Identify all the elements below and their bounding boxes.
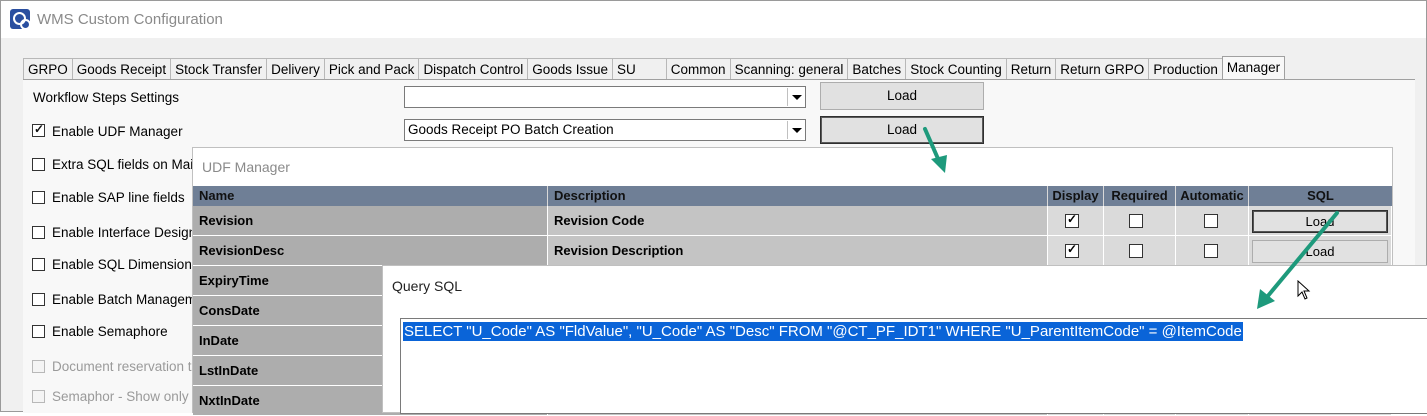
col-automatic[interactable]: Automatic — [1176, 186, 1249, 206]
option-label: Enable Interface Design — [52, 225, 197, 240]
table-row[interactable]: RevisionDescRevision Description Load — [193, 236, 1392, 266]
option-label: Document reservation tim — [52, 359, 206, 374]
option-label: Enable Semaphore — [52, 324, 168, 339]
cell-name: RevisionDesc — [193, 236, 548, 266]
automatic-checkbox[interactable] — [1204, 244, 1218, 258]
col-name[interactable]: Name — [193, 186, 548, 206]
window-title: WMS Custom Configuration — [37, 11, 223, 28]
required-checkbox[interactable] — [1129, 214, 1143, 228]
query-sql-window: Query SQL SELECT "U_Code" AS "FldValue",… — [382, 265, 1427, 414]
udf-load-button[interactable]: Load — [820, 116, 984, 144]
col-display[interactable]: Display — [1048, 186, 1104, 206]
tab-production[interactable]: Production — [1148, 58, 1223, 80]
option-checkbox[interactable] — [32, 191, 45, 204]
query-sql-title: Query SQL — [392, 278, 463, 294]
option-checkbox[interactable] — [32, 293, 45, 306]
sql-load-button[interactable]: Load — [1252, 240, 1388, 263]
sql-load-button[interactable]: Load — [1252, 210, 1388, 233]
tab-common[interactable]: Common — [665, 58, 731, 80]
option-checkbox — [32, 390, 45, 403]
tab-su[interactable]: SU — [612, 58, 667, 80]
workflow-steps-label: Workflow Steps Settings — [33, 90, 180, 105]
tab-goods-issue[interactable]: Goods Issue — [527, 58, 614, 80]
tab-stock-transfer[interactable]: Stock Transfer — [170, 58, 268, 80]
enable-udf-manager-checkbox[interactable] — [32, 122, 45, 137]
udf-document-combo-value: Goods Receipt PO Batch Creation — [408, 122, 614, 137]
option-label: Enable SAP line fields — [52, 190, 185, 205]
tab-manager[interactable]: Manager — [1221, 56, 1286, 81]
chevron-down-icon[interactable] — [787, 121, 804, 139]
option-checkbox[interactable] — [32, 258, 45, 271]
col-required[interactable]: Required — [1104, 186, 1176, 206]
tab-return-grpo[interactable]: Return GRPO — [1055, 58, 1150, 80]
sql-textarea[interactable]: SELECT "U_Code" AS "FldValue", "U_Code" … — [400, 318, 1427, 414]
automatic-checkbox[interactable] — [1204, 214, 1218, 228]
tab-strip: GRPO Goods Receipt Stock Transfer Delivery P… — [23, 56, 1286, 81]
option-checkbox[interactable] — [32, 158, 45, 171]
tab-scanning-general[interactable]: Scanning: general — [729, 58, 849, 80]
cell-name: Revision — [193, 206, 548, 236]
display-checkbox[interactable] — [1065, 212, 1079, 228]
display-checkbox[interactable] — [1065, 242, 1079, 258]
cell-description: Revision Description — [548, 236, 1048, 266]
tab-stock-counting[interactable]: Stock Counting — [905, 58, 1007, 80]
tab-dispatch-control[interactable]: Dispatch Control — [418, 58, 529, 80]
title-bar: WMS Custom Configuration — [1, 1, 1426, 38]
cell-description: Revision Code — [548, 206, 1048, 236]
option-label: Enable Batch Manageme — [52, 292, 204, 307]
option-checkbox — [32, 360, 45, 373]
option-label: Semaphor - Show only fi — [52, 389, 200, 404]
option-checkbox[interactable] — [32, 226, 45, 239]
tab-batches[interactable]: Batches — [847, 58, 907, 80]
option-checkbox[interactable] — [32, 325, 45, 338]
workflow-load-button[interactable]: Load — [820, 82, 984, 110]
tab-delivery[interactable]: Delivery — [266, 58, 325, 80]
udf-document-combo[interactable]: Goods Receipt PO Batch Creation — [404, 119, 806, 141]
chevron-down-icon[interactable] — [787, 88, 804, 106]
app-gear-icon — [10, 9, 31, 30]
tab-grpo[interactable]: GRPO — [23, 58, 73, 80]
option-label: Extra SQL fields on Main — [52, 157, 201, 172]
tab-return[interactable]: Return — [1005, 58, 1057, 80]
enable-udf-manager-label: Enable UDF Manager — [52, 124, 183, 139]
main-window: WMS Custom Configuration GRPO Goods Recei… — [0, 0, 1427, 416]
option-label: Enable SQL Dimensions — [52, 257, 199, 272]
col-sql[interactable]: SQL — [1249, 186, 1392, 206]
col-description[interactable]: Description — [548, 186, 1048, 206]
table-row[interactable]: RevisionRevision Code Load — [193, 206, 1392, 236]
mouse-pointer-icon — [1297, 280, 1311, 300]
tab-pick-and-pack[interactable]: Pick and Pack — [323, 58, 420, 80]
udf-manager-title: UDF Manager — [202, 159, 290, 175]
required-checkbox[interactable] — [1129, 244, 1143, 258]
workflow-steps-combo[interactable] — [404, 86, 806, 108]
tab-goods-receipt[interactable]: Goods Receipt — [71, 58, 172, 80]
sql-selected-text: SELECT "U_Code" AS "FldValue", "U_Code" … — [403, 322, 1243, 341]
udf-grid-header: Name Description Display Required Automa… — [193, 186, 1392, 206]
